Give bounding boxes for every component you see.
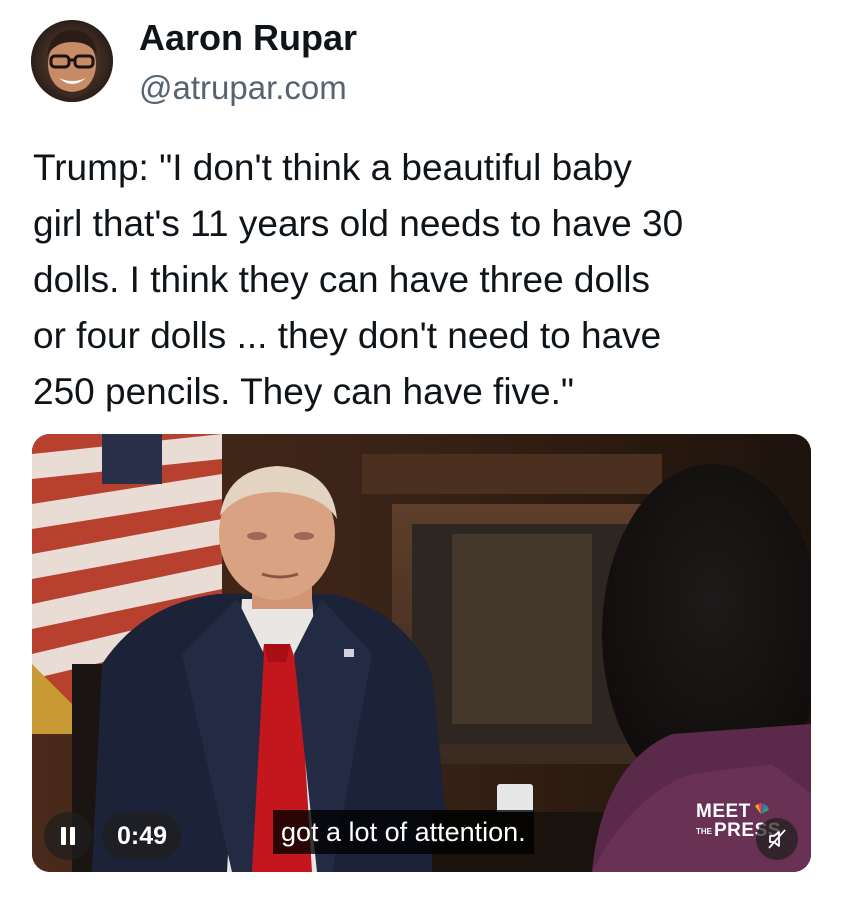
peacock-icon (754, 803, 769, 814)
user-handle[interactable]: @atrupar.com (139, 67, 347, 109)
logo-meet: MEET (696, 801, 751, 822)
speaker-muted-icon (768, 829, 786, 849)
avatar[interactable] (31, 20, 113, 102)
post-card: Aaron Rupar @atrupar.com Trump: "I don't… (0, 0, 843, 900)
avatar-photo (31, 20, 113, 102)
pause-icon (59, 827, 77, 845)
video-player[interactable]: 0:49 got a lot of attention. MEET THE PRE… (32, 434, 811, 872)
video-frame (32, 434, 811, 872)
video-caption: got a lot of attention. (273, 810, 534, 854)
mute-button[interactable] (756, 818, 798, 860)
pause-button[interactable] (44, 812, 92, 860)
post-text: Trump: "I don't think a beautiful baby g… (33, 147, 684, 412)
video-time: 0:49 (103, 812, 181, 860)
display-name[interactable]: Aaron Rupar (139, 16, 357, 60)
logo-the: THE (696, 826, 712, 836)
